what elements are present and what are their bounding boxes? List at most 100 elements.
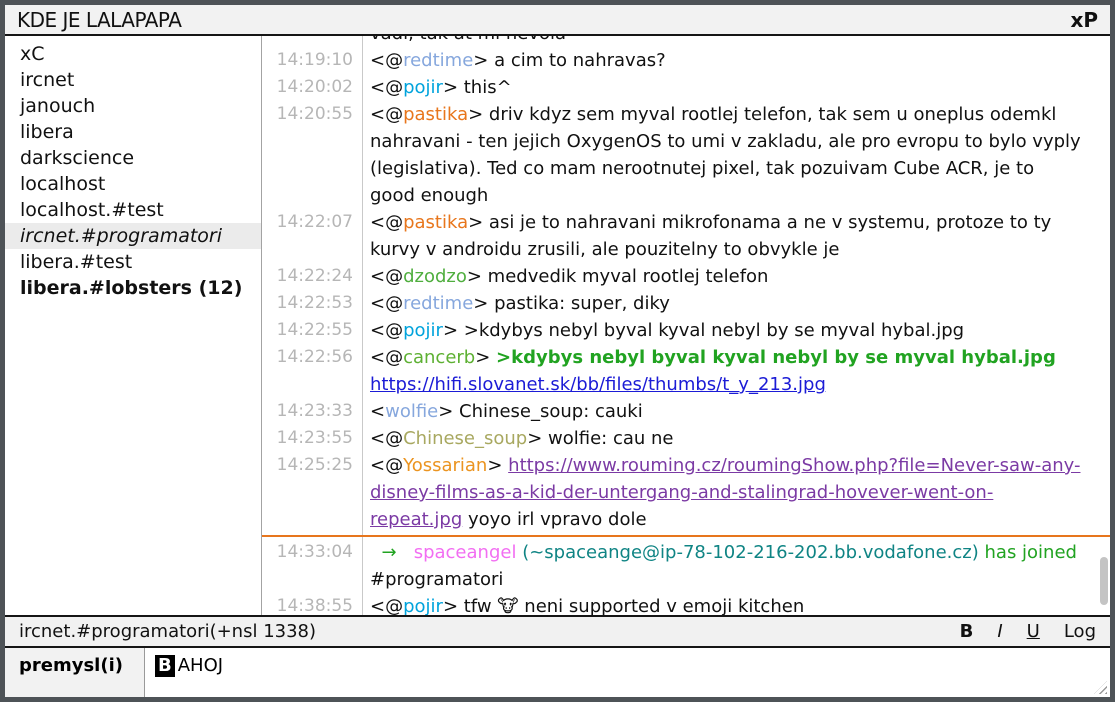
sidebar-item[interactable]: janouch [5, 93, 261, 119]
unread-separator [262, 535, 1110, 537]
chat-message: 14:23:33<wolfie> Chinese_soup: cauki [262, 398, 1110, 425]
message-text: >kdybys nebyl byval kyval nebyl by se my… [496, 347, 1056, 368]
timestamp: 14:22:55 [262, 317, 362, 344]
chat-message: 14:20:02<@pojir> this^ [262, 74, 1110, 101]
message-body: <@pastika> asi je to nahravani mikrofona… [362, 209, 1110, 263]
message-input[interactable]: BAHOJ [145, 648, 1110, 697]
message-body: <@dzodzo> medvedik myval rootlej telefon [362, 263, 1110, 290]
main-area: xCircnetjanouchliberadarksciencelocalhos… [5, 36, 1110, 615]
message-text: > driv kdyz sem myval rootlej telefon, t… [370, 104, 1081, 206]
timestamp: 14:33:04 [262, 539, 362, 593]
timestamp: 14:22:24 [262, 263, 362, 290]
chat-message: 14:23:55<@Chinese_soup> wolfie: cau ne [262, 425, 1110, 452]
nick: redtime [403, 50, 473, 71]
hostmask: (~spaceange@ip-78-102-216-202.bb.vodafon… [522, 542, 979, 563]
message-text: <@ [370, 77, 403, 98]
message-text: #programatori [370, 569, 503, 590]
message-body: <@pastika> driv kdyz sem myval rootlej t… [362, 101, 1110, 209]
message-text: > pastika: super, diky [473, 293, 670, 314]
sidebar-item[interactable]: ircnet [5, 67, 261, 93]
message-body: → spaceangel (~spaceange@ip-78-102-216-2… [362, 539, 1110, 593]
sidebar-item[interactable]: libera.#lobsters (12) [5, 275, 261, 301]
chat-message: 14:38:55<@pojir> tfw 🐮 neni supported v … [262, 593, 1110, 615]
message-body: <@pojir> tfw 🐮 neni supported v emoji ki… [362, 593, 1110, 615]
nick: wolfie [385, 401, 438, 422]
sidebar-item[interactable]: libera [5, 119, 261, 145]
nick: spaceangel [414, 542, 517, 563]
message-text: <@ [370, 50, 403, 71]
irc-client-window: KDE JE LALAPAPA xP xCircnetjanouchlibera… [0, 0, 1115, 702]
nick: Yossarian [403, 455, 487, 476]
chat-message: vadi, tak at mi nevola [262, 36, 1110, 47]
message-body: <@Chinese_soup> wolfie: cau ne [362, 425, 1110, 452]
chat-message: 14:19:10<@redtime> a cim to nahravas? [262, 47, 1110, 74]
message-link[interactable]: https://hifi.slovanet.sk/bb/files/thumbs… [370, 374, 826, 395]
sidebar-item[interactable]: localhost.#test [5, 197, 261, 223]
timestamp: 14:22:56 [262, 344, 362, 398]
chat-message: 14:20:55<@pastika> driv kdyz sem myval r… [262, 101, 1110, 209]
message-text: > Chinese_soup: cauki [438, 401, 643, 422]
timestamp: 14:23:33 [262, 398, 362, 425]
bold-button[interactable]: B [960, 621, 974, 642]
message-body: vadi, tak at mi nevola [362, 36, 1110, 47]
sidebar-item[interactable]: ircnet.#programatori [5, 223, 261, 249]
chat-scrollbar-thumb[interactable] [1100, 557, 1108, 605]
nick: pojir [403, 320, 443, 341]
nick: redtime [403, 293, 473, 314]
chat-message: 14:22:24<@dzodzo> medvedik myval rootlej… [262, 263, 1110, 290]
message-body: <@cancerb> >kdybys nebyl byval kyval neb… [362, 344, 1110, 398]
window-menu-button[interactable]: xP [1070, 8, 1098, 32]
input-text: AHOJ [178, 655, 223, 676]
message-text: > >kdybys nebyl byval kyval nebyl by se … [443, 320, 964, 341]
message-body: <@redtime> pastika: super, diky [362, 290, 1110, 317]
message-text: > [475, 347, 496, 368]
message-body: <@pojir> >kdybys nebyl byval kyval nebyl… [362, 317, 1110, 344]
message-text: <@ [370, 428, 403, 449]
message-text: yoyo irl vpravo dole [462, 509, 646, 530]
nick-label: premysl(i) [5, 648, 145, 697]
sidebar-item[interactable]: xC [5, 41, 261, 67]
chat-message: 14:22:56<@cancerb> >kdybys nebyl byval k… [262, 344, 1110, 398]
message-text: <@ [370, 293, 403, 314]
message-text: <@ [370, 596, 403, 615]
status-bar: ircnet.#programatori(+nsl 1338) B I U Lo… [5, 615, 1110, 646]
timestamp: 14:19:10 [262, 47, 362, 74]
log-button[interactable]: Log [1064, 621, 1096, 642]
timestamp: 14:23:55 [262, 425, 362, 452]
input-bar: premysl(i) BAHOJ [5, 646, 1110, 697]
format-buttons: B I U Log [960, 621, 1096, 642]
sidebar-item[interactable]: libera.#test [5, 249, 261, 275]
nick: pojir [403, 77, 443, 98]
message-text: <@ [370, 266, 403, 287]
message-text: < [370, 401, 385, 422]
nick: pojir [403, 596, 443, 615]
message-body: <wolfie> Chinese_soup: cauki [362, 398, 1110, 425]
message-text: <@ [370, 320, 403, 341]
title-bar: KDE JE LALAPAPA xP [5, 5, 1110, 36]
message-text: <@ [370, 212, 403, 233]
window-title: KDE JE LALAPAPA [17, 8, 181, 32]
italic-button[interactable]: I [997, 621, 1002, 642]
message-text: > asi je to nahravani mikrofonama a ne v… [370, 212, 1051, 260]
chat-area: vadi, tak at mi nevola14:19:10<@redtime>… [262, 36, 1110, 615]
timestamp: 14:22:07 [262, 209, 362, 263]
chat-message: 14:25:25<@Yossarian> https://www.rouming… [262, 452, 1110, 533]
message-body: <@Yossarian> https://www.rouming.cz/roum… [362, 452, 1110, 533]
message-text: <@ [370, 455, 403, 476]
nick: pastika [403, 212, 468, 233]
sidebar: xCircnetjanouchliberadarksciencelocalhos… [5, 36, 262, 615]
sidebar-item[interactable]: darkscience [5, 145, 261, 171]
message-body: <@redtime> a cim to nahravas? [362, 47, 1110, 74]
resize-grip-icon[interactable] [1094, 681, 1107, 694]
message-text: has joined [985, 542, 1077, 563]
message-text: > this^ [443, 77, 512, 98]
message-text: > tfw 🐮 neni supported v emoji kitchen [443, 596, 804, 615]
nick: Chinese_soup [403, 428, 527, 449]
sidebar-item[interactable]: localhost [5, 171, 261, 197]
timestamp: 14:20:55 [262, 101, 362, 209]
timestamp: 14:22:53 [262, 290, 362, 317]
underline-button[interactable]: U [1027, 621, 1040, 642]
join-arrow: → [370, 542, 414, 563]
chat-message: 14:33:04 → spaceangel (~spaceange@ip-78-… [262, 539, 1110, 593]
message-text: <@ [370, 104, 403, 125]
